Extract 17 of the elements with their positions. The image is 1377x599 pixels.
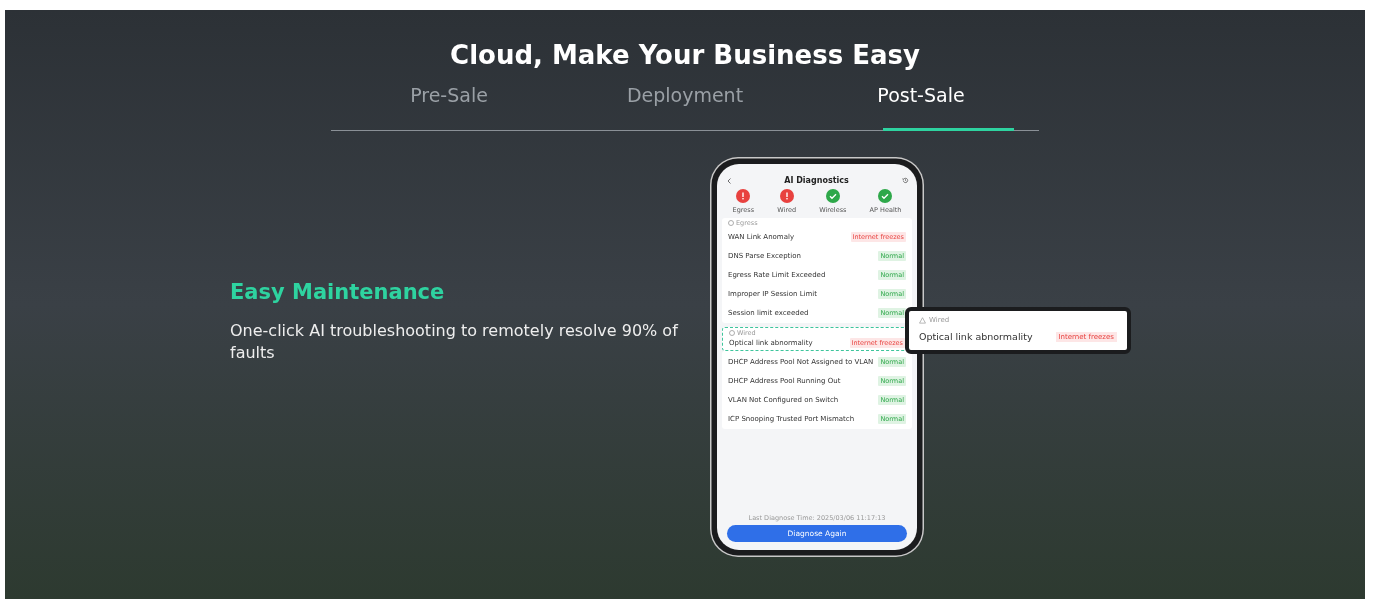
banner-title: Cloud, Make Your Business Easy xyxy=(450,40,920,70)
feature-heading: Easy Maintenance xyxy=(230,280,446,304)
tab[interactable]: Pre-Sale xyxy=(331,84,567,130)
globe-icon xyxy=(728,220,734,226)
tab[interactable]: Post-Sale xyxy=(803,84,1039,130)
fault-label: Optical link abnormality xyxy=(919,331,1033,342)
check-icon xyxy=(825,189,840,203)
screen-title: AI Diagnostics xyxy=(784,176,849,185)
warning-icon xyxy=(919,316,926,324)
check-icon xyxy=(878,189,893,203)
alert-icon xyxy=(779,189,794,203)
tab[interactable]: Deployment xyxy=(567,84,803,130)
globe-icon xyxy=(729,330,735,336)
alert-icon xyxy=(736,189,751,203)
back-icon[interactable] xyxy=(727,177,731,184)
feature-description: One-click AI troubleshooting to remotely resolve 90% of faults xyxy=(230,320,680,364)
history-icon[interactable] xyxy=(902,177,909,184)
